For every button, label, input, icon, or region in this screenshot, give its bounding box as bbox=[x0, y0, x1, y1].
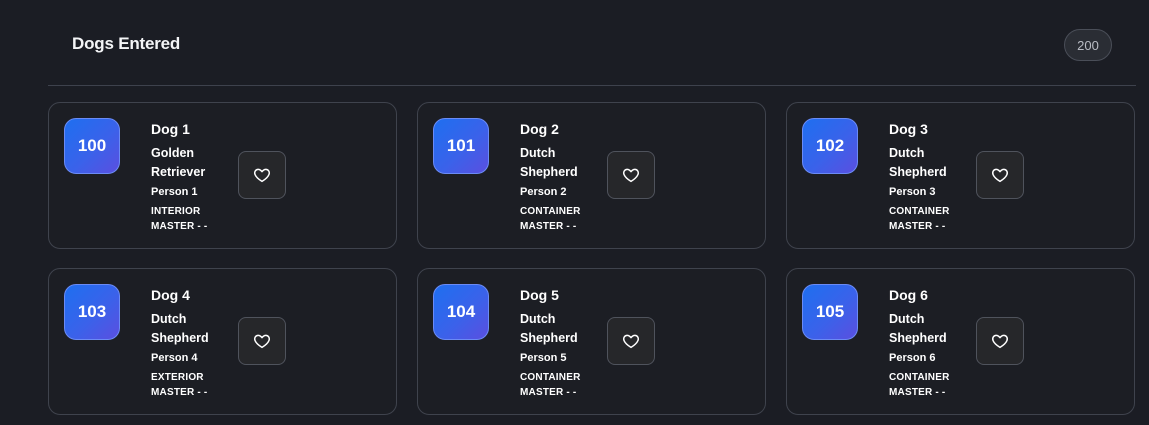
dog-breed: Dutch Shepherd bbox=[889, 146, 947, 179]
dog-info: Dog 4 Dutch Shepherd Person 4 EXTERIOR M… bbox=[151, 286, 231, 400]
dog-info: Dog 3 Dutch Shepherd Person 3 CONTAINER … bbox=[889, 120, 969, 234]
dog-info: Dog 2 Dutch Shepherd Person 2 CONTAINER … bbox=[520, 120, 600, 234]
owner-name: Person 6 bbox=[889, 352, 936, 364]
entry-number-badge: 105 bbox=[802, 284, 858, 340]
dog-breed: Dutch Shepherd bbox=[520, 312, 578, 345]
dog-card[interactable]: 101 Dog 2 Dutch Shepherd Person 2 CONTAI… bbox=[417, 102, 766, 249]
entry-number-badge: 100 bbox=[64, 118, 120, 174]
dog-name: Dog 4 bbox=[151, 287, 190, 303]
entry-number-badge: 101 bbox=[433, 118, 489, 174]
dog-card[interactable]: 102 Dog 3 Dutch Shepherd Person 3 CONTAI… bbox=[786, 102, 1135, 249]
dog-name: Dog 3 bbox=[889, 121, 928, 137]
entry-number-badge: 102 bbox=[802, 118, 858, 174]
heart-icon bbox=[622, 334, 640, 349]
owner-name: Person 2 bbox=[520, 186, 567, 198]
dog-card-grid: 100 Dog 1 Golden Retriever Person 1 INTE… bbox=[48, 102, 1135, 415]
dog-card[interactable]: 103 Dog 4 Dutch Shepherd Person 4 EXTERI… bbox=[48, 268, 397, 415]
dog-card[interactable]: 105 Dog 6 Dutch Shepherd Person 6 CONTAI… bbox=[786, 268, 1135, 415]
heart-icon bbox=[991, 334, 1009, 349]
dog-card[interactable]: 100 Dog 1 Golden Retriever Person 1 INTE… bbox=[48, 102, 397, 249]
dog-name: Dog 6 bbox=[889, 287, 928, 303]
entry-class: EXTERIOR MASTER - - bbox=[151, 372, 208, 398]
entry-number-badge: 104 bbox=[433, 284, 489, 340]
favorite-button[interactable] bbox=[238, 317, 286, 365]
heart-icon bbox=[253, 168, 271, 183]
dog-breed: Dutch Shepherd bbox=[889, 312, 947, 345]
owner-name: Person 4 bbox=[151, 352, 198, 364]
dog-info: Dog 5 Dutch Shepherd Person 5 CONTAINER … bbox=[520, 286, 600, 400]
favorite-button[interactable] bbox=[976, 317, 1024, 365]
owner-name: Person 5 bbox=[520, 352, 567, 364]
heart-icon bbox=[253, 334, 271, 349]
entry-class: CONTAINER MASTER - - bbox=[889, 206, 950, 232]
favorite-button[interactable] bbox=[238, 151, 286, 199]
entry-number-badge: 103 bbox=[64, 284, 120, 340]
favorite-button[interactable] bbox=[607, 317, 655, 365]
dog-count-badge: 200 bbox=[1064, 29, 1112, 61]
dog-breed: Golden Retriever bbox=[151, 146, 206, 179]
dog-card[interactable]: 104 Dog 5 Dutch Shepherd Person 5 CONTAI… bbox=[417, 268, 766, 415]
favorite-button[interactable] bbox=[607, 151, 655, 199]
favorite-button[interactable] bbox=[976, 151, 1024, 199]
page-title: Dogs Entered bbox=[72, 34, 181, 53]
entry-class: INTERIOR MASTER - - bbox=[151, 206, 208, 232]
dog-info: Dog 1 Golden Retriever Person 1 INTERIOR… bbox=[151, 120, 231, 234]
entry-class: CONTAINER MASTER - - bbox=[889, 372, 950, 398]
entry-class: CONTAINER MASTER - - bbox=[520, 372, 581, 398]
dog-breed: Dutch Shepherd bbox=[151, 312, 209, 345]
dog-name: Dog 5 bbox=[520, 287, 559, 303]
dog-info: Dog 6 Dutch Shepherd Person 6 CONTAINER … bbox=[889, 286, 969, 400]
heart-icon bbox=[622, 168, 640, 183]
dog-name: Dog 1 bbox=[151, 121, 190, 137]
owner-name: Person 1 bbox=[151, 186, 198, 198]
owner-name: Person 3 bbox=[889, 186, 936, 198]
dogs-entered-header: Dogs Entered 200 bbox=[48, 0, 1136, 86]
entry-class: CONTAINER MASTER - - bbox=[520, 206, 581, 232]
heart-icon bbox=[991, 168, 1009, 183]
dog-name: Dog 2 bbox=[520, 121, 559, 137]
dog-breed: Dutch Shepherd bbox=[520, 146, 578, 179]
